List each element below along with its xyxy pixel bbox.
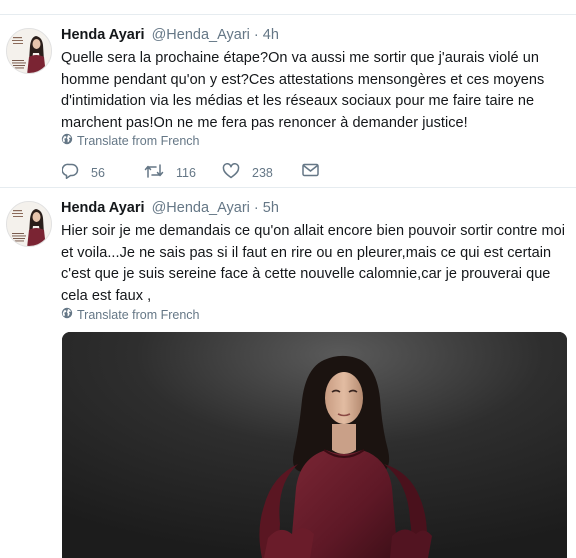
tweet-timestamp[interactable]: 5h [263,200,279,216]
author-name[interactable]: Henda Ayari [61,27,145,43]
translate-label: Translate from French [77,133,200,148]
like-button[interactable]: 238 [222,163,273,182]
tweet-text: Quelle sera la prochaine étape?On va aus… [61,50,545,131]
tweet[interactable]: Henda Ayari @Henda_Ayari · 5h Hier soir … [0,188,576,558]
author-handle[interactable]: @Henda_Ayari [152,200,250,216]
retweet-button[interactable]: 116 [144,163,196,182]
retweet-count: 116 [176,165,196,180]
translate-label: Translate from French [77,307,200,322]
retweet-icon [144,163,164,182]
reply-icon [61,163,79,182]
tweet-header: Henda Ayari @Henda_Ayari · 4h [61,26,279,44]
author-handle[interactable]: @Henda_Ayari [152,27,250,43]
translate-link[interactable]: Translate from French [61,133,200,148]
like-count: 238 [252,165,273,180]
reply-count: 56 [91,165,105,180]
reply-button[interactable]: 56 [61,163,105,182]
envelope-icon [302,163,319,180]
heart-icon [222,163,240,182]
author-name[interactable]: Henda Ayari [61,200,145,216]
avatar[interactable] [6,201,52,247]
tweet[interactable]: Henda Ayari @Henda_Ayari · 4h Quelle ser… [0,15,576,187]
avatar[interactable] [6,28,52,74]
translate-link[interactable]: Translate from French [61,307,200,322]
globe-icon [61,307,73,322]
tweet-text: Hier soir je me demandais ce qu'on allai… [61,223,565,304]
globe-icon [61,133,73,148]
separator-dot: · [253,200,259,216]
separator-dot: · [253,27,259,43]
tweet-timestamp[interactable]: 4h [263,27,279,43]
direct-message-button[interactable] [302,163,319,180]
tweet-photo[interactable] [62,332,567,558]
tweet-header: Henda Ayari @Henda_Ayari · 5h [61,199,279,217]
